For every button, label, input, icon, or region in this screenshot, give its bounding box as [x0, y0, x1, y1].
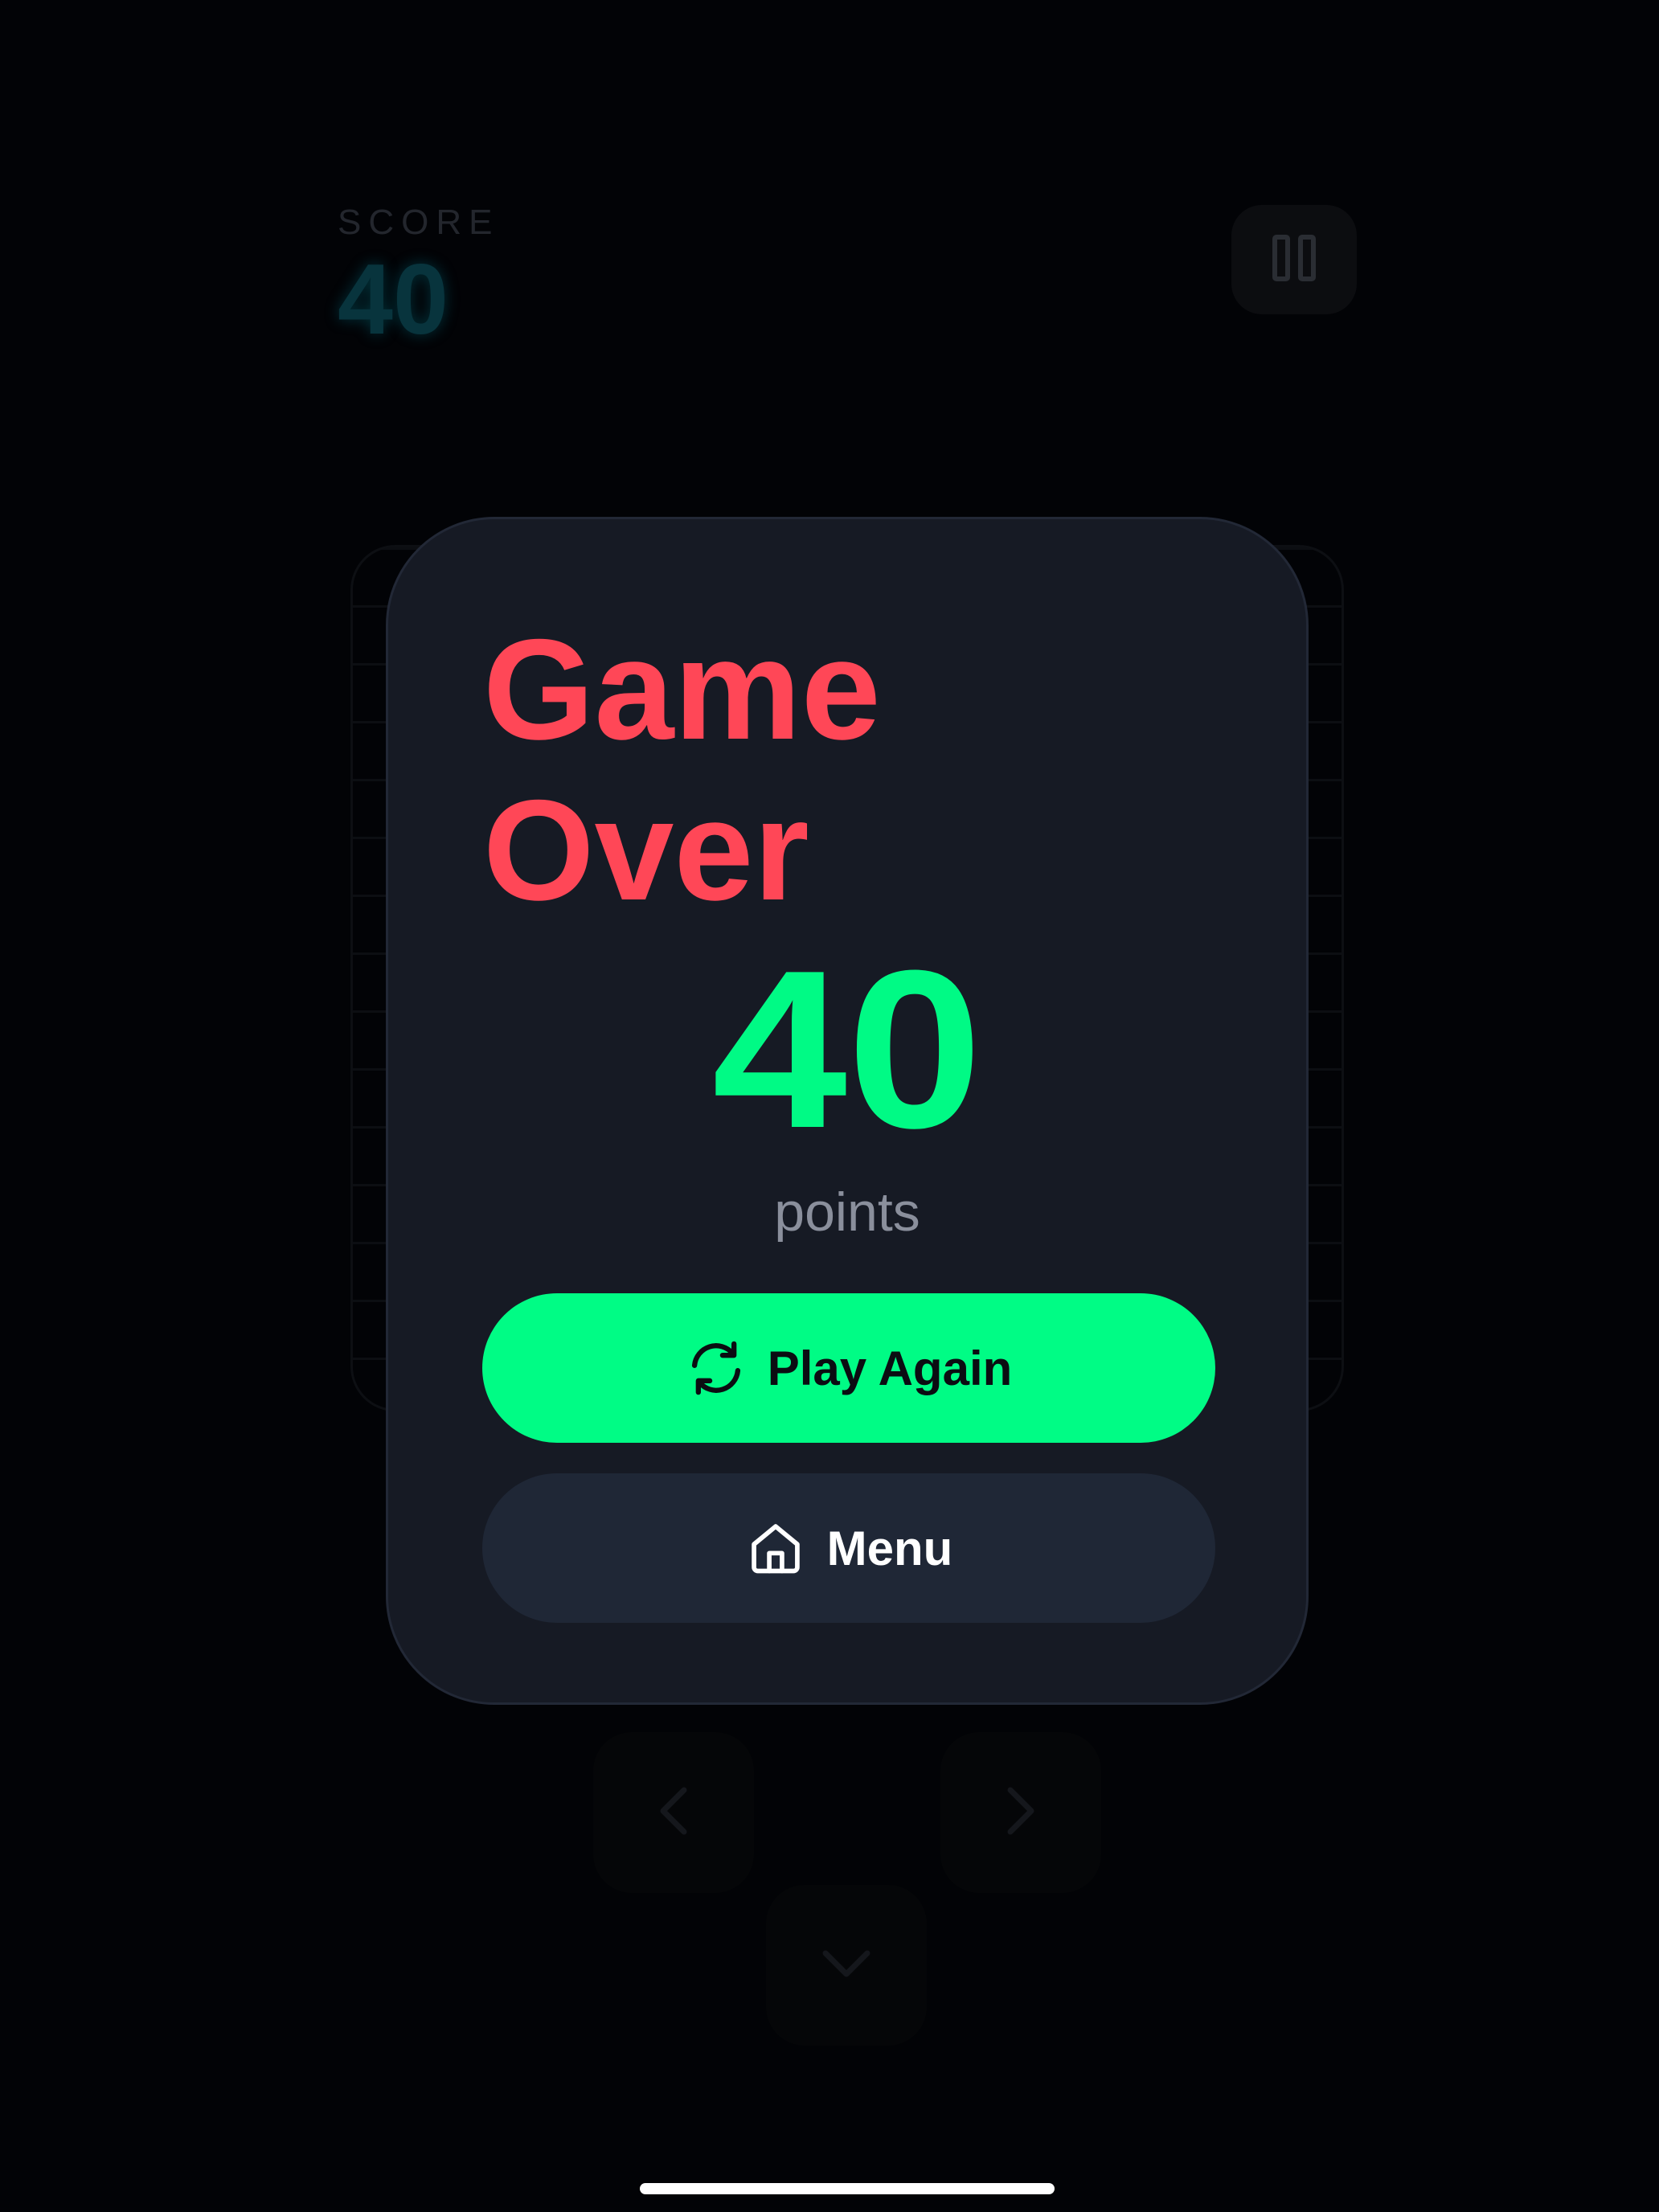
home-indicator[interactable] — [640, 2183, 1055, 2194]
score-label: SCORE — [338, 203, 500, 242]
score-display: SCORE 40 — [338, 205, 499, 350]
final-score: 40 — [711, 924, 983, 1175]
chevron-right-icon — [1001, 1785, 1041, 1841]
score-value: 40 — [338, 244, 449, 355]
game-over-title: Game Over — [483, 609, 881, 930]
move-left-button[interactable] — [593, 1732, 754, 1893]
chevron-left-icon — [653, 1785, 694, 1841]
menu-button[interactable]: Menu — [482, 1473, 1215, 1623]
game-screen: SCORE 40 Game Over 40 points Play Again … — [0, 0, 1659, 2212]
move-right-button[interactable] — [940, 1732, 1101, 1893]
game-over-dialog: Game Over 40 points Play Again Menu — [386, 517, 1309, 1705]
move-down-button[interactable] — [766, 1885, 927, 2046]
play-again-label: Play Again — [767, 1341, 1013, 1395]
points-label: points — [774, 1182, 920, 1243]
play-again-button[interactable]: Play Again — [482, 1293, 1215, 1443]
home-icon — [745, 1518, 806, 1579]
menu-label: Menu — [826, 1521, 953, 1575]
pause-button[interactable] — [1231, 205, 1357, 314]
refresh-icon — [686, 1337, 747, 1399]
pause-icon — [1272, 234, 1317, 286]
chevron-down-icon — [821, 1944, 872, 1988]
